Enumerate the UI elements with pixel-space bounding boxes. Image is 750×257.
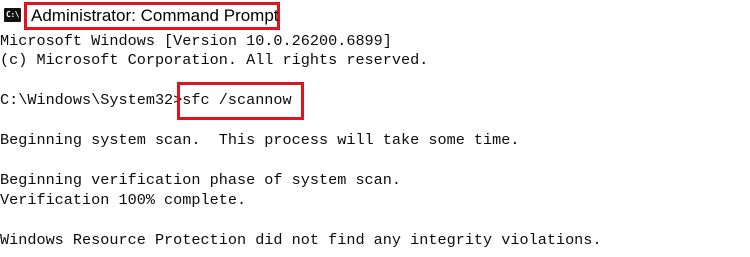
title-bar[interactable]: C:\ Administrator: Command Prompt <box>0 0 750 32</box>
command-highlight-box <box>177 82 304 120</box>
command-prompt-icon[interactable]: C:\ <box>4 8 21 22</box>
version-line: Microsoft Windows [Version 10.0.26200.68… <box>0 32 392 50</box>
verification-begin-line: Beginning verification phase of system s… <box>0 171 402 189</box>
copyright-line: (c) Microsoft Corporation. All rights re… <box>0 51 429 69</box>
prompt-path: C:\Windows\System32> <box>0 91 183 109</box>
command-prompt-window: C:\ Administrator: Command Prompt Micros… <box>0 0 750 257</box>
window-title: Administrator: Command Prompt <box>31 6 279 25</box>
console-output[interactable]: Microsoft Windows [Version 10.0.26200.68… <box>0 30 750 257</box>
result-line: Windows Resource Protection did not find… <box>0 231 602 249</box>
scan-begin-line: Beginning system scan. This process will… <box>0 131 520 149</box>
verification-complete-line: Verification 100% complete. <box>0 191 247 209</box>
